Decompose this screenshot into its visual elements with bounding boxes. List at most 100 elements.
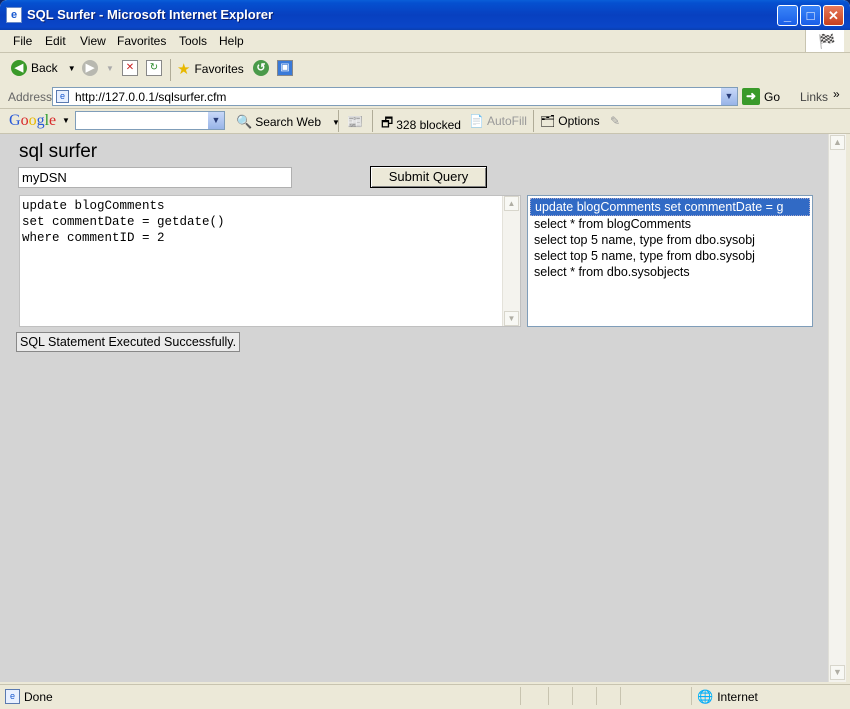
history-icon: ↺ [253,60,269,76]
menu-bar: File Edit View Favorites Tools Help 🏁 [0,30,850,53]
menu-view[interactable]: View [80,34,106,48]
status-cell [520,687,521,705]
address-input[interactable]: e http://127.0.0.1/sqlsurfer.cfm ▼ [52,87,738,106]
security-zone[interactable]: 🌐 Internet [697,689,758,705]
scroll-down-icon[interactable]: ▼ [504,311,519,326]
refresh-icon: ↻ [146,60,162,76]
menu-edit[interactable]: Edit [45,34,66,48]
sql-text: update blogComments set commentDate = ge… [22,199,225,245]
google-separator [533,110,534,132]
refresh-button[interactable]: ↻ [146,60,162,76]
address-dropdown-icon[interactable]: ▼ [721,88,737,105]
autofill-icon: 📄 [469,114,484,128]
query-history-list[interactable]: update blogComments set commentDate = g … [527,195,813,327]
globe-icon: 🌐 [697,689,714,704]
blocked-count: 328 blocked [396,118,461,132]
status-bar: e Done 🌐 Internet [0,684,850,709]
popup-blocker-button[interactable]: 🗗 328 blocked [381,114,461,136]
history-item[interactable]: select * from dbo.sysobjects [530,264,810,280]
status-cell [548,687,549,705]
title-bar[interactable]: e SQL Surfer - Microsoft Internet Explor… [0,0,850,30]
news-icon: 📰 [347,114,364,129]
windows-logo-icon: 🏁 [805,30,844,52]
google-toolbar: Google ▼ ▼ 🔍 Search Web ▼ 📰 🗗 328 blocke… [0,109,850,134]
scroll-up-icon[interactable]: ▲ [830,135,845,150]
history-item[interactable]: select * from blogComments [530,216,810,232]
menu-favorites[interactable]: Favorites [117,34,166,48]
page-status-icon: e [5,689,20,704]
menu-tools[interactable]: Tools [179,34,207,48]
status-text: Done [24,689,53,704]
options-label: Options [558,114,600,128]
window-icon: ▣ [277,60,293,76]
scroll-down-icon[interactable]: ▼ [830,665,845,680]
page-content: sql surfer Submit Query update blogComme… [0,134,828,682]
result-message: SQL Statement Executed Successfully. [16,332,241,352]
status-cell [572,687,573,705]
back-button[interactable]: ◀ Back ▼ [11,60,76,76]
chevron-right-icon[interactable]: » [833,87,840,101]
stop-icon: ✕ [122,60,138,76]
star-icon: ★ [177,61,191,78]
google-separator [372,110,373,132]
google-search-dropdown-icon[interactable]: ▼ [208,112,224,129]
close-button[interactable]: ✕ [823,5,844,26]
status-done: e Done [5,689,53,704]
google-separator [338,110,339,132]
go-label: Go [764,89,781,104]
pencil-icon: ✎ [610,114,621,128]
scroll-up-icon[interactable]: ▲ [504,196,519,211]
google-search-input[interactable]: ▼ [75,111,225,130]
sql-textarea[interactable]: update blogComments set commentDate = ge… [19,195,521,327]
toolbar-separator [170,59,171,81]
submit-query-button[interactable]: Submit Query [370,166,487,188]
browser-window: e SQL Surfer - Microsoft Internet Explor… [0,0,850,709]
standard-toolbar: ◀ Back ▼ ▶ ▼ ✕ ↻ ★ Favorites ↺ ▣ [0,53,850,87]
binoculars-icon: 🔍 [236,114,253,129]
stop-button[interactable]: ✕ [122,60,138,76]
popup-blocked-icon: 🗗 [381,115,394,130]
address-bar: Address e http://127.0.0.1/sqlsurfer.cfm… [0,86,850,109]
forward-arrow-icon: ▶ [82,60,98,76]
menu-file[interactable]: File [13,34,32,48]
google-logo[interactable]: Google [9,112,56,130]
options-icon: 🗂 [540,114,556,128]
google-menu-dropdown-icon[interactable]: ▼ [62,116,70,125]
go-button[interactable]: ➜ Go [742,88,780,105]
ie-page-icon: e [6,7,22,23]
favorites-label: Favorites [194,62,244,76]
page-title: sql surfer [19,141,98,162]
status-cell [596,687,597,705]
search-web-button[interactable]: 🔍 Search Web ▼ [236,114,340,130]
history-item[interactable]: update blogComments set commentDate = g [530,198,810,216]
dsn-input[interactable] [18,167,292,188]
page-scrollbar[interactable]: ▲ ▼ [828,134,846,682]
history-button[interactable]: ↺ [253,60,269,76]
menu-help[interactable]: Help [219,34,244,48]
forward-button[interactable]: ▶ ▼ [82,60,114,76]
back-arrow-icon: ◀ [11,60,27,76]
search-web-label: Search Web [255,115,321,129]
news-button[interactable]: 📰 [347,114,363,130]
address-label: Address [8,90,53,104]
window-title: SQL Surfer - Microsoft Internet Explorer [27,7,274,22]
media-button[interactable]: ▣ [277,60,293,76]
page-icon: e [56,90,69,103]
history-item[interactable]: select top 5 name, type from dbo.sysobj [530,248,810,264]
address-url: http://127.0.0.1/sqlsurfer.cfm [75,90,227,104]
highlight-button[interactable]: ✎ [610,114,620,128]
maximize-button[interactable]: □ [800,5,821,26]
links-label[interactable]: Links [800,90,828,104]
back-label: Back [31,61,58,75]
forward-dropdown-icon: ▼ [106,63,114,73]
back-dropdown-icon[interactable]: ▼ [68,64,76,73]
minimize-button[interactable]: _ [777,5,798,26]
options-button[interactable]: 🗂 Options [540,114,600,128]
history-item[interactable]: select top 5 name, type from dbo.sysobj [530,232,810,248]
autofill-button[interactable]: 📄 AutoFill [469,114,527,128]
go-arrow-icon: ➜ [742,88,760,105]
status-cell [691,687,692,705]
autofill-label: AutoFill [486,114,527,128]
sql-scrollbar[interactable]: ▲ ▼ [502,196,520,326]
favorites-button[interactable]: ★ Favorites [177,60,244,78]
